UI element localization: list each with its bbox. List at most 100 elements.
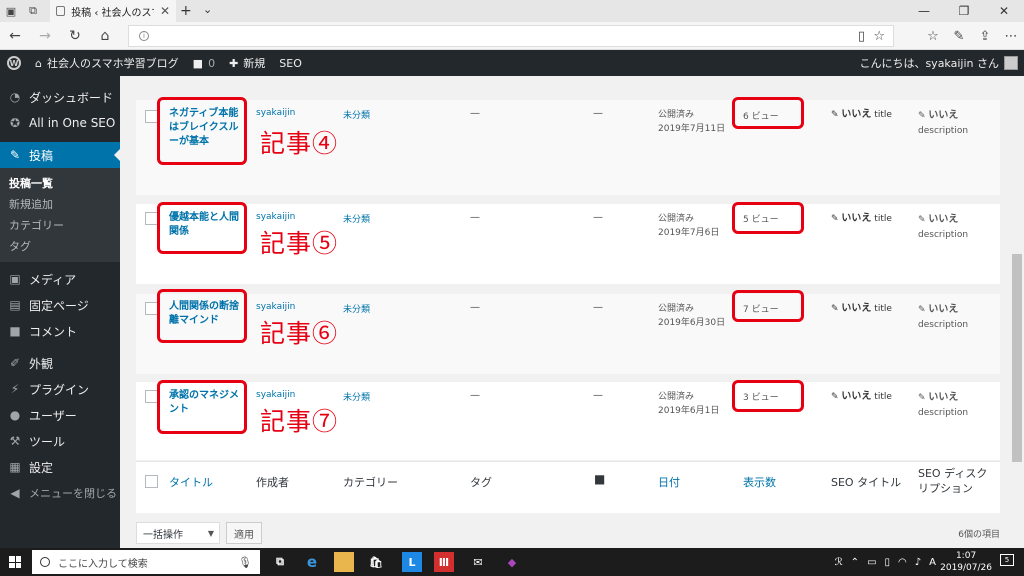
seo-title-cell[interactable]: ✎ いいえ title — [831, 108, 892, 122]
battery-icon[interactable]: ▯ — [885, 557, 891, 568]
reading-view-icon[interactable]: ▯ — [858, 29, 865, 44]
network-icon[interactable]: ▭ — [867, 557, 876, 568]
favorite-star-icon[interactable]: ☆ — [873, 29, 885, 44]
site-info-icon[interactable]: i — [139, 31, 149, 41]
seo-gear-icon: ✪ — [9, 116, 21, 130]
post-author-link[interactable]: syakaijin — [256, 212, 295, 222]
refresh-icon[interactable]: ↻ — [60, 22, 90, 50]
submenu-tags[interactable]: タグ — [0, 235, 120, 256]
sidebar-item-tools[interactable]: ⚒ ツール — [0, 428, 120, 454]
people-icon[interactable]: ℛ — [835, 557, 843, 568]
seo-description-cell[interactable]: ✎ いいえ description — [918, 302, 968, 333]
account-menu[interactable]: こんにちは、syakaijin さん — [859, 50, 1018, 76]
taskbar-search-box[interactable]: ここに入力して検索 🎙 — [32, 550, 260, 574]
share-icon[interactable]: ⇪ — [972, 22, 998, 50]
submenu-categories[interactable]: カテゴリー — [0, 214, 120, 235]
post-views: 3 ビュー — [743, 393, 779, 403]
sidebar-item-pages[interactable]: ▤ 固定ページ — [0, 292, 120, 318]
mail-icon[interactable]: ✉ — [468, 552, 488, 572]
seo-desc-label: description — [918, 230, 969, 240]
browser-tab[interactable]: 投稿 ‹ 社会人のスマホ学習 ✕ — [50, 0, 176, 22]
forward-icon[interactable]: → — [30, 22, 60, 50]
red-app-icon[interactable]: Ⅲ — [434, 552, 454, 572]
task-view-icon[interactable]: ⧉ — [270, 552, 290, 572]
table-row: 人間関係の断捨離マインド syakaijin 記事⑥ 未分類 — — 公開済み … — [136, 289, 1000, 374]
post-category-link[interactable]: 未分類 — [343, 212, 370, 225]
close-window-button[interactable]: ✕ — [984, 0, 1024, 22]
paintbrush-icon: ✐ — [9, 356, 21, 370]
column-title[interactable]: タイトル — [169, 474, 213, 490]
store-icon[interactable]: 🛍 — [366, 552, 386, 572]
submenu-all-posts[interactable]: 投稿一覧 — [0, 172, 120, 193]
start-button[interactable] — [0, 548, 30, 576]
map-pin-icon[interactable]: ◆ — [502, 552, 522, 572]
sidebar-item-label: ツール — [29, 434, 66, 449]
seo-description-cell[interactable]: ✎ いいえ description — [918, 108, 968, 139]
new-tab-button[interactable]: + — [180, 3, 192, 19]
new-content-link[interactable]: ✚ 新規 — [222, 50, 272, 76]
windows-logo-icon — [9, 556, 21, 568]
pen-icon[interactable]: ✎ — [946, 22, 972, 50]
wifi-icon[interactable]: ◠ — [898, 557, 907, 568]
post-title-link[interactable]: 承認のマネジメント — [169, 389, 241, 417]
tab-preview-button[interactable]: ⌄ — [203, 3, 212, 16]
notification-icon[interactable]: 5 — [1000, 554, 1014, 566]
maximize-button[interactable]: ❐ — [944, 0, 984, 22]
sidebar-item-all-in-one-seo[interactable]: ✪ All in One SEO — [0, 110, 120, 136]
edge-icon[interactable]: e — [302, 552, 322, 572]
scrollbar-thumb[interactable] — [1012, 254, 1022, 462]
volume-icon[interactable]: ♪ — [915, 557, 921, 568]
tab-close-button[interactable]: ✕ — [160, 4, 170, 18]
post-category-link[interactable]: 未分類 — [343, 302, 370, 315]
post-author-link[interactable]: syakaijin — [256, 302, 295, 312]
post-category-link[interactable]: 未分類 — [343, 390, 370, 403]
post-category-link[interactable]: 未分類 — [343, 108, 370, 121]
sidebar-item-media[interactable]: ▣ メディア — [0, 266, 120, 292]
seo-description-cell[interactable]: ✎ いいえ description — [918, 390, 968, 421]
wp-logo-button[interactable]: W — [0, 50, 28, 76]
sidebar-item-appearance[interactable]: ✐ 外観 — [0, 350, 120, 376]
seo-title-cell[interactable]: ✎ いいえ title — [831, 390, 892, 404]
seo-title-cell[interactable]: ✎ いいえ title — [831, 212, 892, 226]
ime-indicator[interactable]: A — [929, 557, 936, 568]
column-date[interactable]: 日付 — [658, 474, 680, 490]
collapse-menu-button[interactable]: ◀ メニューを閉じる — [0, 480, 120, 506]
post-title-link[interactable]: ネガティブ本能はブレイクスルーが基本 — [169, 107, 241, 149]
url-input[interactable]: i ▯ ☆ — [128, 25, 894, 47]
post-author-link[interactable]: syakaijin — [256, 390, 295, 400]
comment-column-icon[interactable]: ■ — [594, 472, 605, 486]
seo-description-cell[interactable]: ✎ いいえ description — [918, 212, 968, 243]
microphone-icon[interactable]: 🎙 — [238, 556, 252, 569]
submenu-add-new[interactable]: 新規追加 — [0, 193, 120, 214]
favorites-list-icon[interactable]: ☆ — [920, 22, 946, 50]
sidebar-item-users[interactable]: ● ユーザー — [0, 402, 120, 428]
column-views[interactable]: 表示数 — [743, 474, 776, 490]
bulk-action-select[interactable]: 一括操作 ▼ — [136, 522, 220, 544]
show-hidden-icon[interactable]: ⌃ — [851, 557, 859, 568]
sidebar-item-plugins[interactable]: ⚡ プラグイン — [0, 376, 120, 402]
minimize-button[interactable]: — — [904, 0, 944, 22]
seo-menu-link[interactable]: SEO — [272, 50, 309, 76]
window-menu-icon[interactable]: ▣ — [0, 0, 22, 22]
sidebar-item-settings[interactable]: ▦ 設定 — [0, 454, 120, 480]
page-scrollbar[interactable] — [1010, 76, 1024, 548]
home-icon[interactable]: ⌂ — [90, 22, 120, 50]
post-author-link[interactable]: syakaijin — [256, 108, 295, 118]
seo-title-cell[interactable]: ✎ いいえ title — [831, 302, 892, 316]
sidebar-item-posts[interactable]: ✎ 投稿 — [0, 142, 120, 168]
sidebar-item-dashboard[interactable]: ◔ ダッシュボード — [0, 84, 120, 110]
set-aside-tabs-icon[interactable]: ⧉ — [22, 0, 44, 22]
post-title-link[interactable]: 優越本能と人間関係 — [169, 211, 241, 239]
folder-icon[interactable] — [334, 552, 354, 572]
more-icon[interactable]: ⋯ — [998, 22, 1024, 50]
l-app-icon[interactable]: L — [402, 552, 422, 572]
seo-desc-value: いいえ — [928, 214, 959, 225]
sidebar-item-comments[interactable]: ■ コメント — [0, 318, 120, 344]
select-all-checkbox[interactable] — [145, 475, 158, 488]
comments-link[interactable]: ■ 0 — [186, 50, 222, 76]
site-name-link[interactable]: ⌂ 社会人のスマホ学習ブログ — [28, 50, 186, 76]
apply-button[interactable]: 適用 — [226, 522, 262, 544]
post-title-link[interactable]: 人間関係の断捨離マインド — [169, 300, 241, 328]
taskbar-clock[interactable]: 1:07 2019/07/26 — [940, 550, 992, 574]
back-icon[interactable]: ← — [0, 22, 30, 50]
